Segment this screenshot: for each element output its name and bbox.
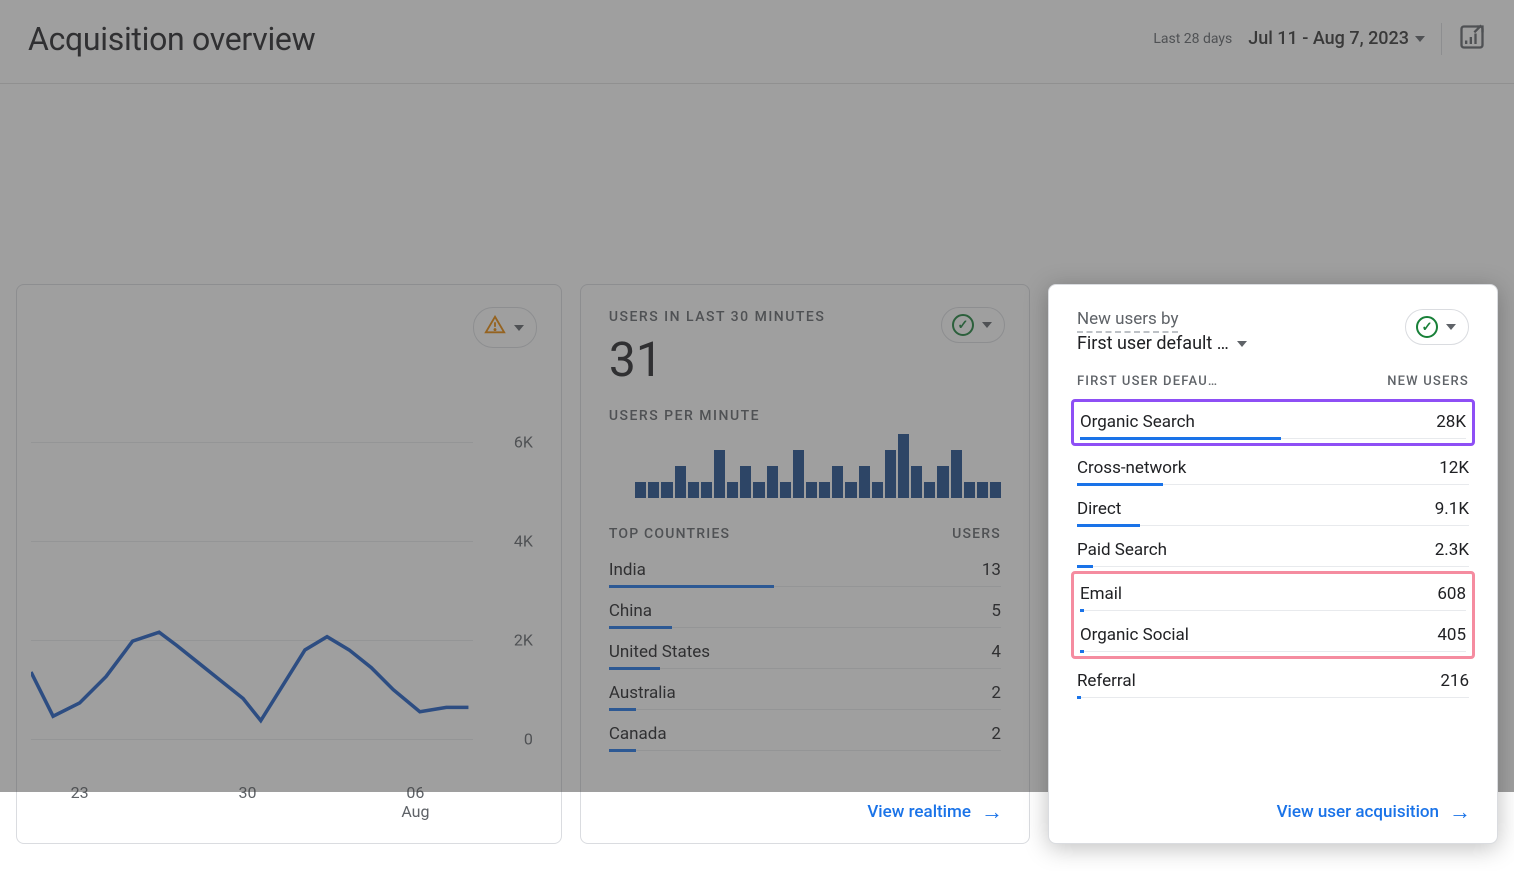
status-selector[interactable]: ✓ bbox=[1405, 309, 1469, 345]
arrow-right-icon: → bbox=[1449, 799, 1471, 825]
insights-icon[interactable] bbox=[1458, 23, 1486, 55]
header-controls: Last 28 days Jul 11 - Aug 7, 2023 bbox=[1153, 23, 1486, 55]
arrow-right-icon: → bbox=[981, 799, 1003, 825]
countries-list: India13 China5 United States4 Australia2 Can… bbox=[609, 550, 1001, 751]
date-range-text: Jul 11 - Aug 7, 2023 bbox=[1248, 28, 1409, 49]
check-icon: ✓ bbox=[1416, 316, 1438, 338]
country-row: Australia2 bbox=[609, 673, 1001, 710]
channel-row: Cross-network12K bbox=[1077, 448, 1469, 485]
chevron-down-icon bbox=[514, 325, 524, 331]
channel-row: Organic Search28K bbox=[1080, 402, 1466, 439]
y-tick: 6K bbox=[514, 433, 533, 452]
channel-list: Organic Search28K Cross-network12K Direct9… bbox=[1077, 399, 1469, 698]
cards-row: 6K 4K 2K 0 23 30 06 Aug ✓ USERS IN LAST … bbox=[0, 84, 1514, 844]
y-tick: 4K bbox=[514, 532, 533, 551]
users-per-min-head: USERS PER MINUTE bbox=[609, 408, 1001, 424]
date-range-selector[interactable]: Jul 11 - Aug 7, 2023 bbox=[1248, 28, 1425, 49]
dimension-prefix: New users by bbox=[1077, 309, 1179, 333]
y-tick: 0 bbox=[524, 730, 533, 749]
chevron-down-icon bbox=[1237, 341, 1247, 347]
line-chart: 6K 4K 2K 0 23 30 06 Aug bbox=[31, 429, 533, 759]
chevron-down-icon bbox=[1415, 36, 1425, 42]
y-tick: 2K bbox=[514, 631, 533, 650]
col-countries: TOP COUNTRIES bbox=[609, 526, 730, 542]
card3-head: New users by First user default … ✓ bbox=[1077, 309, 1469, 354]
date-period-label: Last 28 days bbox=[1153, 31, 1232, 47]
status-selector[interactable] bbox=[473, 307, 537, 348]
country-row: India13 bbox=[609, 550, 1001, 587]
x-tick: 30 bbox=[239, 783, 257, 802]
view-realtime-link[interactable]: View realtime → bbox=[867, 799, 1003, 825]
new-users-card: New users by First user default … ✓ FIRS… bbox=[1048, 284, 1498, 844]
channel-row: Referral216 bbox=[1077, 661, 1469, 698]
status-selector[interactable]: ✓ bbox=[941, 307, 1005, 343]
highlight-purple: Organic Search28K bbox=[1071, 399, 1475, 446]
country-row: China5 bbox=[609, 591, 1001, 628]
view-user-acquisition-link[interactable]: View user acquisition → bbox=[1277, 799, 1471, 825]
page-header: Acquisition overview Last 28 days Jul 11… bbox=[0, 0, 1514, 84]
countries-head: TOP COUNTRIES USERS bbox=[609, 516, 1001, 550]
chevron-down-icon bbox=[1446, 324, 1456, 330]
channel-row: Email608 bbox=[1080, 574, 1466, 611]
page-title: Acquisition overview bbox=[28, 20, 315, 58]
warning-icon bbox=[484, 314, 506, 341]
trend-card: 6K 4K 2K 0 23 30 06 Aug bbox=[16, 284, 562, 844]
check-icon: ✓ bbox=[952, 314, 974, 336]
country-row: Canada2 bbox=[609, 714, 1001, 751]
divider bbox=[1441, 23, 1442, 55]
channel-table-head: FIRST USER DEFAU… NEW USERS bbox=[1077, 364, 1469, 397]
col-channel: FIRST USER DEFAU… bbox=[1077, 374, 1218, 389]
dimension-selector[interactable]: First user default … bbox=[1077, 333, 1247, 354]
realtime-card: ✓ USERS IN LAST 30 MINUTES 31 USERS PER … bbox=[580, 284, 1030, 844]
channel-row: Direct9.1K bbox=[1077, 489, 1469, 526]
col-new-users: NEW USERS bbox=[1387, 374, 1469, 389]
channel-row: Organic Social405 bbox=[1080, 615, 1466, 652]
chevron-down-icon bbox=[982, 322, 992, 328]
realtime-value: 31 bbox=[609, 331, 1001, 388]
highlight-pink: Email608 Organic Social405 bbox=[1071, 571, 1475, 659]
country-row: United States4 bbox=[609, 632, 1001, 669]
x-tick: 06 Aug bbox=[401, 783, 429, 821]
x-tick: 23 bbox=[71, 783, 89, 802]
channel-row: Paid Search2.3K bbox=[1077, 530, 1469, 567]
users-per-min-chart bbox=[609, 434, 1001, 498]
col-users: USERS bbox=[952, 526, 1001, 542]
